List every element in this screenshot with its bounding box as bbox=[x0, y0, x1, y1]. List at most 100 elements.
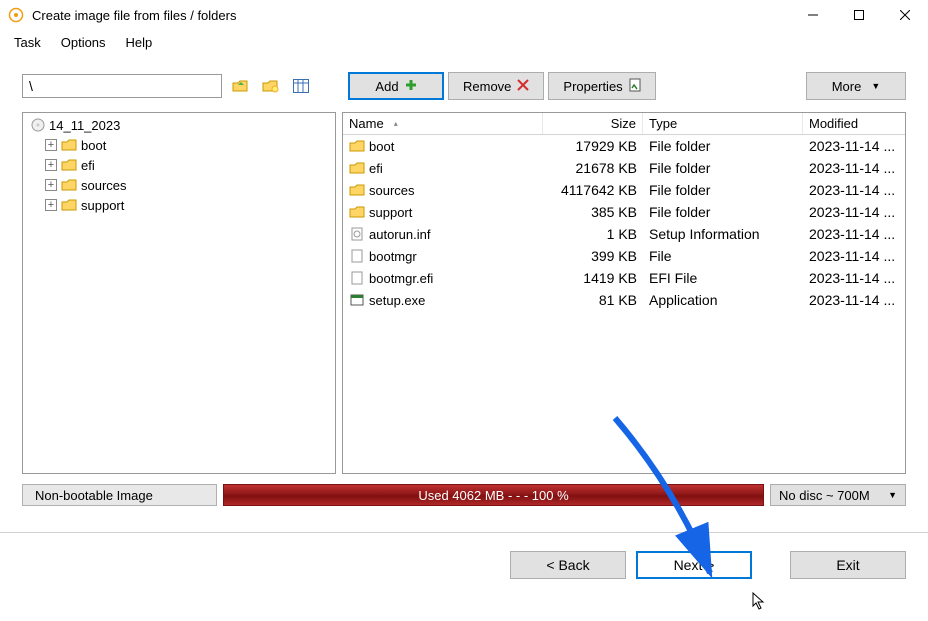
tree-node-label: support bbox=[81, 198, 124, 213]
view-mode-button[interactable] bbox=[290, 75, 312, 97]
file-modified: 2023-11-14 ... bbox=[803, 248, 905, 264]
file-modified: 2023-11-14 ... bbox=[803, 292, 905, 308]
list-row[interactable]: bootmgr 399 KB File 2023-11-14 ... bbox=[343, 245, 905, 267]
remove-button[interactable]: Remove bbox=[448, 72, 544, 100]
col-header-name[interactable]: Name ▴ bbox=[343, 113, 543, 134]
menu-options[interactable]: Options bbox=[51, 33, 116, 52]
tree-node[interactable]: + boot bbox=[23, 135, 335, 155]
expander-icon[interactable]: + bbox=[45, 139, 57, 151]
expander-icon[interactable]: + bbox=[45, 199, 57, 211]
file-name: support bbox=[369, 205, 412, 220]
menu-help[interactable]: Help bbox=[116, 33, 163, 52]
add-button-label: Add bbox=[375, 79, 398, 94]
file-size: 21678 KB bbox=[543, 160, 643, 176]
path-input[interactable] bbox=[22, 74, 222, 98]
file-modified: 2023-11-14 ... bbox=[803, 204, 905, 220]
folder-icon bbox=[349, 205, 365, 219]
maximize-button[interactable] bbox=[836, 0, 882, 30]
menu-task[interactable]: Task bbox=[4, 33, 51, 52]
list-panel: Name ▴ Size Type Modified boot 17929 KB … bbox=[342, 112, 906, 474]
file-type: File folder bbox=[643, 160, 803, 176]
file-type: File folder bbox=[643, 182, 803, 198]
list-row[interactable]: support 385 KB File folder 2023-11-14 ..… bbox=[343, 201, 905, 223]
plus-icon bbox=[405, 79, 417, 94]
tree-node-label: boot bbox=[81, 138, 106, 153]
exit-button[interactable]: Exit bbox=[790, 551, 906, 579]
chevron-down-icon: ▼ bbox=[871, 81, 880, 91]
tree-panel[interactable]: 14_11_2023 + boot + efi + sources + support bbox=[22, 112, 336, 474]
up-folder-button[interactable] bbox=[230, 75, 252, 97]
expander-icon[interactable]: + bbox=[45, 179, 57, 191]
footer: < Back Next > Exit bbox=[0, 533, 928, 579]
file-type: File folder bbox=[643, 138, 803, 154]
app-icon bbox=[8, 7, 24, 23]
list-row[interactable]: setup.exe 81 KB Application 2023-11-14 .… bbox=[343, 289, 905, 311]
folder-icon bbox=[349, 161, 365, 175]
cursor-icon bbox=[752, 592, 768, 612]
tree-node[interactable]: + support bbox=[23, 195, 335, 215]
next-button[interactable]: Next > bbox=[636, 551, 752, 579]
properties-button-label: Properties bbox=[563, 79, 622, 94]
minimize-button[interactable] bbox=[790, 0, 836, 30]
new-folder-button[interactable] bbox=[260, 75, 282, 97]
folder-icon bbox=[61, 198, 77, 212]
file-size: 4117642 KB bbox=[543, 182, 643, 198]
file-name: autorun.inf bbox=[369, 227, 430, 242]
col-header-type[interactable]: Type bbox=[643, 113, 803, 134]
tree-node-label: sources bbox=[81, 178, 127, 193]
toolbar-row: Add Remove Properties More ▼ bbox=[22, 72, 906, 100]
file-icon bbox=[349, 271, 365, 285]
list-header: Name ▴ Size Type Modified bbox=[343, 113, 905, 135]
disc-size-value: No disc ~ 700M bbox=[779, 488, 870, 503]
file-modified: 2023-11-14 ... bbox=[803, 270, 905, 286]
list-row[interactable]: autorun.inf 1 KB Setup Information 2023-… bbox=[343, 223, 905, 245]
file-size: 1419 KB bbox=[543, 270, 643, 286]
exe-icon bbox=[349, 293, 365, 307]
properties-button[interactable]: Properties bbox=[548, 72, 655, 100]
file-size: 81 KB bbox=[543, 292, 643, 308]
list-row[interactable]: boot 17929 KB File folder 2023-11-14 ... bbox=[343, 135, 905, 157]
tree-root-label: 14_11_2023 bbox=[49, 118, 120, 133]
list-body[interactable]: boot 17929 KB File folder 2023-11-14 ...… bbox=[343, 135, 905, 473]
add-button[interactable]: Add bbox=[348, 72, 444, 100]
folder-icon bbox=[349, 183, 365, 197]
tree-node-label: efi bbox=[81, 158, 95, 173]
back-button[interactable]: < Back bbox=[510, 551, 626, 579]
window-title: Create image file from files / folders bbox=[32, 8, 790, 23]
tree-node[interactable]: + sources bbox=[23, 175, 335, 195]
tree-root[interactable]: 14_11_2023 bbox=[23, 115, 335, 135]
status-label: Non-bootable Image bbox=[22, 484, 217, 506]
sort-indicator-icon: ▴ bbox=[394, 119, 398, 128]
file-name: efi bbox=[369, 161, 383, 176]
chevron-down-icon: ▼ bbox=[888, 490, 897, 500]
inf-icon bbox=[349, 227, 365, 241]
remove-button-label: Remove bbox=[463, 79, 511, 94]
file-name: bootmgr bbox=[369, 249, 417, 264]
more-button[interactable]: More ▼ bbox=[806, 72, 906, 100]
folder-icon bbox=[349, 139, 365, 153]
usage-bar: Used 4062 MB - - - 100 % bbox=[223, 484, 764, 506]
expander-icon[interactable]: + bbox=[45, 159, 57, 171]
menubar: Task Options Help bbox=[0, 30, 928, 54]
file-modified: 2023-11-14 ... bbox=[803, 182, 905, 198]
folder-icon bbox=[61, 138, 77, 152]
file-size: 17929 KB bbox=[543, 138, 643, 154]
file-size: 1 KB bbox=[543, 226, 643, 242]
tree-node[interactable]: + efi bbox=[23, 155, 335, 175]
close-button[interactable] bbox=[882, 0, 928, 30]
list-row[interactable]: bootmgr.efi 1419 KB EFI File 2023-11-14 … bbox=[343, 267, 905, 289]
file-type: Application bbox=[643, 292, 803, 308]
disc-size-select[interactable]: No disc ~ 700M ▼ bbox=[770, 484, 906, 506]
file-name: setup.exe bbox=[369, 293, 425, 308]
file-name: sources bbox=[369, 183, 415, 198]
file-size: 385 KB bbox=[543, 204, 643, 220]
file-type: EFI File bbox=[643, 270, 803, 286]
list-row[interactable]: efi 21678 KB File folder 2023-11-14 ... bbox=[343, 157, 905, 179]
col-header-size[interactable]: Size bbox=[543, 113, 643, 134]
titlebar: Create image file from files / folders bbox=[0, 0, 928, 30]
file-modified: 2023-11-14 ... bbox=[803, 138, 905, 154]
file-size: 399 KB bbox=[543, 248, 643, 264]
more-button-label: More bbox=[832, 79, 862, 94]
list-row[interactable]: sources 4117642 KB File folder 2023-11-1… bbox=[343, 179, 905, 201]
col-header-modified[interactable]: Modified bbox=[803, 113, 905, 134]
